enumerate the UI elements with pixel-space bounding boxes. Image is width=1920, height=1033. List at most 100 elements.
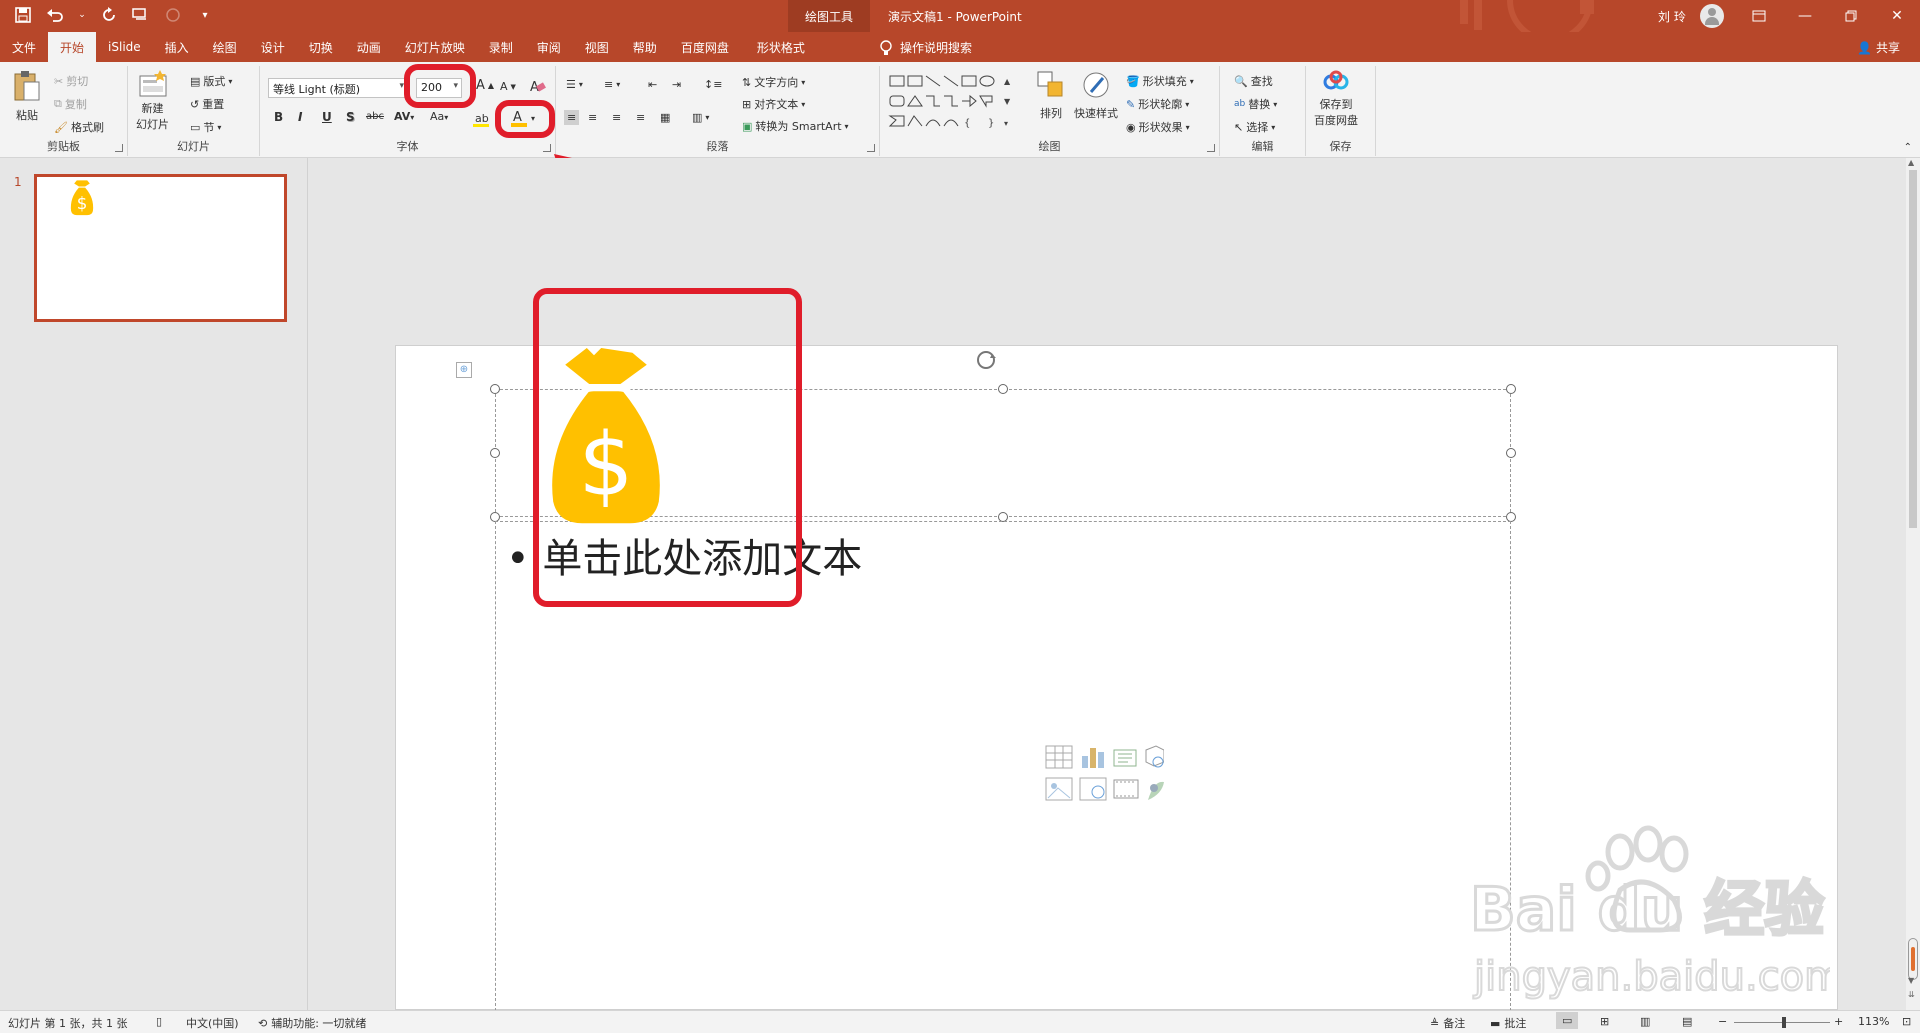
scroll-down-icon[interactable]: ▼ — [1908, 976, 1914, 985]
line-spacing-icon[interactable]: ↕≡ — [704, 78, 722, 91]
language-indicator[interactable]: 中文(中国) — [186, 1015, 239, 1031]
numbering-button[interactable]: ≡ ▾ — [604, 78, 620, 91]
zoom-slider-thumb[interactable] — [1782, 1017, 1786, 1028]
tab-4[interactable]: 绘图 — [201, 32, 249, 62]
zoom-out-icon[interactable]: − — [1718, 1015, 1727, 1028]
distributed-icon[interactable]: ▦ — [660, 111, 670, 124]
close-icon[interactable]: ✕ — [1874, 0, 1920, 32]
tab-13[interactable]: 百度网盘 — [669, 32, 741, 62]
tab-8[interactable]: 幻灯片放映 — [393, 32, 477, 62]
scrollbar-thumb[interactable] — [1909, 170, 1917, 528]
zoom-in-icon[interactable]: + — [1834, 1015, 1843, 1028]
strikethrough-button[interactable]: abc — [366, 111, 384, 122]
reset-button[interactable]: ↺ 重置 — [190, 96, 224, 112]
arrange-button[interactable]: 排列 — [1036, 70, 1066, 121]
slideshow-icon[interactable]: ▤ — [1682, 1015, 1692, 1028]
resize-handle[interactable] — [1506, 384, 1516, 394]
tab-5[interactable]: 设计 — [249, 32, 297, 62]
copy-button[interactable]: ⧉ 复制 — [54, 96, 87, 112]
fit-to-window-icon[interactable]: ⊡ — [1902, 1015, 1911, 1028]
find-button[interactable]: 🔍 查找 — [1234, 73, 1273, 89]
text-direction-button[interactable]: ⇅ 文字方向 ▾ — [742, 74, 805, 90]
section-button[interactable]: ▭ 节 ▾ — [190, 119, 221, 135]
normal-view-icon[interactable]: ▭ — [1556, 1012, 1579, 1029]
change-case-button[interactable]: Aa▾ — [430, 110, 448, 123]
share-button[interactable]: 👤 共享 — [1857, 39, 1900, 56]
tab-10[interactable]: 审阅 — [525, 32, 573, 62]
layout-button[interactable]: ▤ 版式 ▾ — [190, 73, 232, 89]
accessibility-status[interactable]: ⟲ 辅助功能: 一切就绪 — [258, 1015, 366, 1031]
shape-outline-button[interactable]: ✎ 形状轮廓 ▾ — [1126, 96, 1189, 112]
shapes-gallery[interactable]: {} ▲ ▼ ▾ — [888, 74, 1018, 140]
drawing-launcher[interactable] — [1207, 144, 1215, 152]
font-name-box[interactable]: 等线 Light (标题) ▾ — [268, 78, 408, 98]
format-painter-button[interactable]: 🖌 格式刷 — [54, 119, 104, 135]
tab-9[interactable]: 录制 — [477, 32, 525, 62]
italic-button[interactable]: I — [298, 110, 302, 124]
smartart-button[interactable]: ▣ 转换为 SmartArt ▾ — [742, 118, 849, 134]
zoom-slider[interactable] — [1734, 1017, 1830, 1028]
scroll-handle-icon[interactable] — [1908, 938, 1918, 980]
resize-handle[interactable] — [1506, 448, 1516, 458]
slide-indicator[interactable]: 幻灯片 第 1 张，共 1 张 — [8, 1015, 127, 1031]
next-slide-icon[interactable]: ⇊ — [1908, 990, 1915, 999]
align-right-icon[interactable]: ≡ — [612, 111, 621, 124]
decrease-indent-icon[interactable]: ⇤ — [648, 78, 657, 91]
ribbon-display-icon[interactable] — [1736, 0, 1782, 32]
highlight-button[interactable]: ab — [472, 110, 490, 128]
grow-font-button[interactable]: A ▲ — [476, 78, 494, 93]
user-name[interactable]: 刘 玲 — [1658, 8, 1686, 25]
zoom-level[interactable]: 113% — [1858, 1015, 1889, 1028]
paste-button[interactable]: 粘贴 — [12, 70, 42, 123]
bullets-button[interactable]: ☰ ▾ — [566, 78, 583, 91]
scroll-up-icon[interactable]: ▲ — [1908, 158, 1914, 167]
redo-icon[interactable] — [100, 6, 118, 24]
resize-handle[interactable] — [490, 448, 500, 458]
tell-me[interactable]: 操作说明搜索 — [880, 39, 972, 56]
paragraph-launcher[interactable] — [867, 144, 875, 152]
select-button[interactable]: ↖ 选择 ▾ — [1234, 119, 1275, 135]
restore-icon[interactable] — [1828, 0, 1874, 32]
undo-icon[interactable] — [46, 6, 64, 24]
format-painter-icon[interactable] — [132, 6, 150, 24]
minimize-icon[interactable]: — — [1782, 0, 1828, 32]
shadow-button[interactable]: S — [346, 110, 355, 124]
shrink-font-button[interactable]: A ▼ — [500, 80, 516, 93]
rotate-handle-icon[interactable] — [972, 346, 1000, 374]
quick-styles-button[interactable]: 快速样式 — [1074, 70, 1118, 121]
shape-fill-button[interactable]: 🪣 形状填充 ▾ — [1126, 73, 1194, 89]
tab-1[interactable]: 开始 — [48, 32, 97, 62]
resize-handle[interactable] — [998, 384, 1008, 394]
clear-formatting-icon[interactable]: A — [528, 78, 546, 94]
save-icon[interactable] — [14, 6, 32, 24]
avatar[interactable] — [1700, 4, 1724, 28]
columns-button[interactable]: ▥ ▾ — [692, 111, 709, 124]
align-center-icon[interactable]: ≡ — [588, 111, 597, 124]
spell-check-icon[interactable]: ▯ — [156, 1015, 162, 1028]
resize-handle[interactable] — [490, 384, 500, 394]
underline-button[interactable]: U — [322, 110, 332, 124]
save-to-baidu-button[interactable]: 保存到 百度网盘 — [1314, 70, 1358, 128]
new-slide-button[interactable]: 新建 幻灯片 — [136, 70, 169, 132]
justify-icon[interactable]: ≡ — [636, 111, 645, 124]
collapse-ribbon-icon[interactable]: ⌃ — [1904, 142, 1912, 153]
customize-icon[interactable]: ▾ — [196, 6, 214, 24]
shape-effects-button[interactable]: ◉ 形状效果 ▾ — [1126, 119, 1190, 135]
tab-14[interactable]: 形状格式 — [745, 32, 817, 62]
tab-0[interactable]: 文件 — [0, 32, 48, 62]
tab-11[interactable]: 视图 — [573, 32, 621, 62]
comments-button[interactable]: ▬ 批注 — [1490, 1015, 1526, 1031]
cut-button[interactable]: ✂ 剪切 — [54, 73, 88, 89]
tab-3[interactable]: 插入 — [153, 32, 201, 62]
dropdown-arrow-icon[interactable]: ⌄ — [78, 6, 86, 24]
tab-7[interactable]: 动画 — [345, 32, 393, 62]
reading-view-icon[interactable]: ▥ — [1640, 1015, 1650, 1028]
character-spacing-button[interactable]: AV▾ — [394, 110, 414, 123]
increase-indent-icon[interactable]: ⇥ — [672, 78, 681, 91]
align-text-button[interactable]: ⊞ 对齐文本 ▾ — [742, 96, 805, 112]
tab-6[interactable]: 切换 — [297, 32, 345, 62]
vertical-scrollbar[interactable]: ▲ ▼ ⇊ — [1906, 158, 1920, 1010]
replace-button[interactable]: ab 替换 ▾ — [1234, 96, 1277, 112]
tab-2[interactable]: iSlide — [96, 32, 153, 62]
bold-button[interactable]: B — [274, 110, 283, 124]
